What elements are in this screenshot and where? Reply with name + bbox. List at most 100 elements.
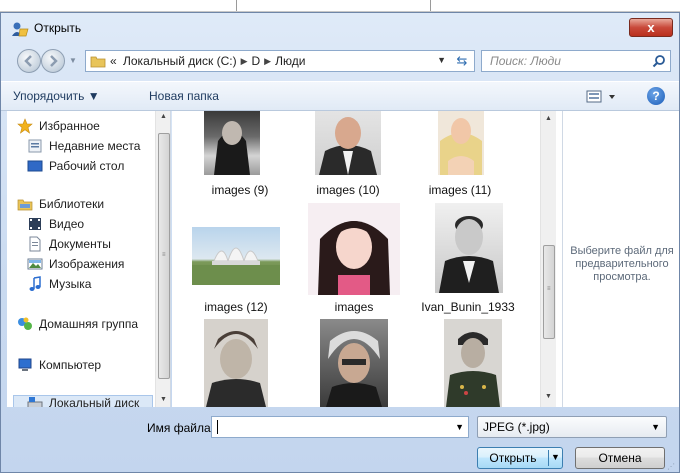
title-bar: Открыть x bbox=[1, 13, 679, 45]
address-dropdown-icon[interactable]: ▼ bbox=[437, 55, 446, 65]
filetype-select[interactable]: JPEG (*.jpg) ▼ bbox=[477, 416, 667, 438]
file-thumbnail[interactable] bbox=[438, 111, 484, 175]
back-button[interactable] bbox=[17, 49, 41, 73]
open-file-dialog: Открыть x ▼ « Локальный диск (C:) ▶ D ▶ … bbox=[0, 12, 680, 473]
breadcrumb-item[interactable]: D bbox=[251, 54, 260, 68]
star-icon bbox=[17, 118, 33, 134]
grip-icon: ≡ bbox=[547, 286, 551, 292]
sidebar-item-local-disk[interactable]: Локальный диск bbox=[27, 394, 139, 407]
sidebar-item-label: Локальный диск bbox=[49, 396, 140, 407]
sidebar-item-libraries[interactable]: Библиотеки bbox=[17, 195, 104, 213]
sidebar-item-label: Рабочий стол bbox=[49, 159, 125, 173]
breadcrumb-item[interactable]: Локальный диск (C:) bbox=[123, 54, 237, 68]
drive-icon bbox=[27, 397, 43, 407]
forward-button[interactable] bbox=[41, 49, 65, 73]
new-folder-button[interactable]: Новая папка bbox=[149, 89, 219, 103]
sidebar-item-music[interactable]: Музыка bbox=[27, 275, 91, 293]
sidebar-item-pictures[interactable]: Изображения bbox=[27, 255, 124, 273]
sidebar-item-favorites[interactable]: Избранное bbox=[17, 117, 100, 135]
back-arrow-icon bbox=[24, 55, 32, 67]
navigation-bar: ▼ « Локальный диск (C:) ▶ D ▶ Люди ▼ ⇆ П… bbox=[1, 47, 679, 75]
window-title: Открыть bbox=[34, 21, 82, 35]
pictures-icon bbox=[27, 258, 43, 270]
sidebar-item-computer[interactable]: Компьютер bbox=[17, 356, 101, 374]
sidebar-item-label: Библиотеки bbox=[39, 197, 105, 211]
sidebar-item-label: Компьютер bbox=[39, 358, 102, 372]
file-thumbnail[interactable] bbox=[308, 203, 400, 295]
search-field[interactable]: Поиск: Люди bbox=[481, 50, 671, 72]
navigation-pane: Избранное Недавние места Рабочий стол Би… bbox=[7, 111, 171, 407]
file-name[interactable]: Ivan_Bunin_1933 bbox=[414, 300, 522, 314]
file-thumbnail[interactable] bbox=[435, 203, 503, 293]
file-name[interactable]: images bbox=[300, 300, 408, 314]
recent-locations-dropdown[interactable]: ▼ bbox=[69, 56, 79, 66]
search-icon[interactable] bbox=[652, 54, 666, 68]
sidebar-item-label: Видео bbox=[49, 217, 85, 231]
file-name[interactable]: images (10) bbox=[294, 183, 402, 197]
sidebar-item-recent-places[interactable]: Недавние места bbox=[27, 137, 140, 155]
scroll-up-arrow-icon[interactable]: ▲ bbox=[545, 115, 552, 122]
filetype-value: JPEG (*.jpg) bbox=[483, 420, 550, 434]
sidebar-item-homegroup[interactable]: Домашняя группа bbox=[17, 315, 138, 333]
scroll-down-arrow-icon[interactable]: ▼ bbox=[160, 396, 167, 403]
forward-arrow-icon bbox=[50, 55, 58, 67]
sidebar-item-desktop[interactable]: Рабочий стол bbox=[27, 157, 124, 175]
cancel-button[interactable]: Отмена bbox=[575, 447, 665, 469]
text-caret bbox=[217, 420, 218, 434]
open-button[interactable]: Открыть ▼ bbox=[477, 447, 563, 469]
preview-pane: Выберите файл для предварительного просм… bbox=[562, 111, 679, 407]
file-name[interactable]: images (11) bbox=[406, 183, 514, 197]
file-thumbnail[interactable] bbox=[204, 319, 268, 407]
sidebar-scrollbar[interactable]: ▲ ≡ ▼ bbox=[155, 111, 170, 407]
recent-places-icon bbox=[28, 139, 42, 153]
breadcrumb-item[interactable]: Люди bbox=[275, 54, 305, 68]
sidebar-item-label: Музыка bbox=[49, 277, 92, 291]
file-name[interactable]: images (12) bbox=[182, 300, 290, 314]
scroll-down-arrow-icon[interactable]: ▼ bbox=[545, 393, 552, 400]
command-bar: Упорядочить ▼ Новая папка ? bbox=[1, 81, 679, 111]
split-divider bbox=[548, 450, 549, 466]
organize-button[interactable]: Упорядочить ▼ bbox=[13, 89, 100, 103]
folder-icon bbox=[90, 56, 106, 68]
file-thumbnail[interactable] bbox=[320, 319, 388, 407]
breadcrumb: Локальный диск (C:) ▶ D ▶ Люди bbox=[123, 54, 305, 68]
filename-input[interactable]: ▼ bbox=[211, 416, 469, 438]
file-thumbnail[interactable] bbox=[192, 227, 280, 285]
change-view-icon[interactable] bbox=[585, 88, 619, 106]
open-button-label: Открыть bbox=[489, 451, 537, 465]
app-icon bbox=[12, 22, 29, 37]
sidebar-scroll-thumb[interactable]: ≡ bbox=[158, 133, 170, 379]
bottom-bar: Имя файла: ▼ JPEG (*.jpg) ▼ Открыть ▼ От… bbox=[1, 407, 679, 473]
open-options-dropdown-icon[interactable]: ▼ bbox=[551, 452, 560, 462]
filename-label: Имя файла: bbox=[147, 421, 214, 435]
file-list: images (9) images (10) images (11) image… bbox=[172, 111, 562, 407]
grip-icon: ≡ bbox=[162, 252, 166, 258]
libraries-icon bbox=[17, 199, 33, 211]
file-thumbnail[interactable] bbox=[444, 319, 502, 407]
file-name[interactable]: images (9) bbox=[186, 183, 294, 197]
breadcrumb-separator-icon[interactable]: ▶ bbox=[241, 54, 248, 68]
video-icon bbox=[29, 218, 41, 230]
sidebar-item-label: Домашняя группа bbox=[39, 317, 139, 331]
documents-icon bbox=[29, 236, 41, 252]
file-thumbnail[interactable] bbox=[315, 111, 381, 175]
file-thumbnail[interactable] bbox=[204, 111, 260, 175]
sidebar-item-label: Документы bbox=[49, 237, 111, 251]
refresh-button[interactable]: ⇆ bbox=[452, 53, 472, 69]
scroll-up-arrow-icon[interactable]: ▲ bbox=[160, 113, 167, 120]
computer-icon bbox=[18, 358, 32, 371]
homegroup-icon bbox=[18, 317, 32, 330]
address-overflow-chevron[interactable]: « bbox=[110, 54, 117, 68]
desktop-icon bbox=[27, 160, 43, 172]
breadcrumb-separator-icon[interactable]: ▶ bbox=[264, 54, 271, 68]
sidebar-item-documents[interactable]: Документы bbox=[27, 235, 111, 253]
search-placeholder: Поиск: Люди bbox=[490, 54, 561, 68]
help-button[interactable]: ? bbox=[647, 87, 665, 105]
resize-grip-icon[interactable]: ⋰ bbox=[667, 462, 677, 472]
close-button[interactable]: x bbox=[629, 18, 673, 37]
file-list-scrollbar[interactable]: ▲ ≡ ▼ bbox=[540, 111, 556, 407]
file-list-scroll-thumb[interactable]: ≡ bbox=[543, 245, 555, 339]
filename-dropdown-icon[interactable]: ▼ bbox=[455, 422, 464, 432]
sidebar-item-video[interactable]: Видео bbox=[27, 215, 84, 233]
address-bar[interactable]: « Локальный диск (C:) ▶ D ▶ Люди ▼ ⇆ bbox=[85, 50, 475, 72]
